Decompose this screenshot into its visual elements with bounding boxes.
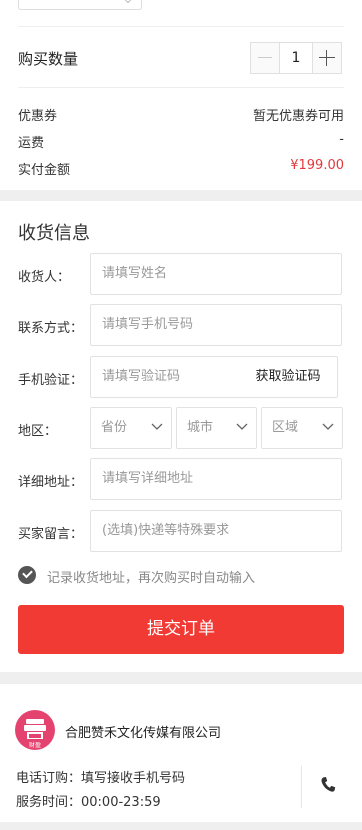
address-label: 详细地址：: [18, 475, 84, 490]
coupon-label: 优惠券: [18, 109, 58, 124]
city-select[interactable]: 城市: [176, 407, 257, 449]
order-summary: 购买数量 1 优惠券 暂无优惠券可用 运费 - 实付金额 ¥199.00: [0, 0, 362, 190]
district-value: 区域: [272, 420, 299, 435]
remember-address-label[interactable]: 记录收货地址，再次购买时自动输入: [47, 567, 255, 586]
region-label: 地区：: [18, 424, 58, 439]
coupon-value[interactable]: 暂无优惠券可用: [253, 105, 344, 124]
quantity-label: 购买数量: [18, 50, 79, 68]
contact-label: 联系方式：: [18, 321, 84, 336]
city-value: 城市: [187, 420, 214, 435]
chevron-down-icon: [236, 423, 248, 430]
spec-select-fragment[interactable]: [18, 0, 142, 10]
divider: [18, 87, 344, 88]
verify-label: 手机验证：: [18, 373, 84, 388]
divider: [301, 766, 302, 808]
province-select[interactable]: 省份: [90, 407, 172, 449]
chevron-down-icon: [151, 423, 163, 430]
district-select[interactable]: 区域: [261, 407, 343, 449]
section-title: 收货信息: [18, 223, 90, 244]
shop-info: 财盈 合肥赞禾文化传媒有限公司 电话订购：填写接收手机号码 服务时间：00:00…: [0, 684, 362, 822]
shipping-fee-value: -: [339, 132, 344, 147]
shop-logo-icon: 财盈: [24, 719, 46, 749]
remember-address-checkbox[interactable]: [18, 566, 36, 584]
phone-input[interactable]: 请填写手机号码: [90, 304, 342, 346]
phone-icon[interactable]: [318, 775, 338, 795]
divider: [18, 26, 344, 27]
address-input[interactable]: 请填写详细地址: [90, 458, 342, 500]
decrease-button[interactable]: [251, 43, 279, 73]
quantity-value[interactable]: 1: [279, 43, 313, 73]
shop-logo-text: 财盈: [29, 741, 41, 749]
chevron-down-icon: [123, 0, 133, 4]
total-price: ¥199.00: [290, 158, 344, 173]
shop-logo: 财盈: [15, 710, 55, 750]
get-code-button[interactable]: 获取验证码: [238, 356, 338, 398]
total-label: 实付金额: [18, 163, 71, 178]
province-value: 省份: [101, 420, 128, 435]
increase-button[interactable]: [313, 43, 341, 73]
shipping-info-form: 收货信息 收货人： 请填写姓名 联系方式： 请填写手机号码 手机验证： 请填写验…: [0, 201, 362, 672]
shop-name: 合肥赞禾文化传媒有限公司: [65, 726, 222, 741]
recipient-label: 收货人：: [18, 270, 71, 285]
submit-order-button[interactable]: 提交订单: [18, 605, 344, 654]
message-label: 买家留言：: [18, 527, 84, 542]
chevron-down-icon: [322, 423, 334, 430]
phone-order-line: 电话订购：填写接收手机号码: [16, 771, 186, 786]
service-hours-line: 服务时间：00:00-23:59: [16, 795, 161, 810]
quantity-stepper[interactable]: 1: [250, 42, 342, 74]
shipping-fee-label: 运费: [18, 136, 45, 151]
recipient-input[interactable]: 请填写姓名: [90, 253, 342, 295]
message-input[interactable]: (选填)快递等特殊要求: [90, 510, 342, 552]
